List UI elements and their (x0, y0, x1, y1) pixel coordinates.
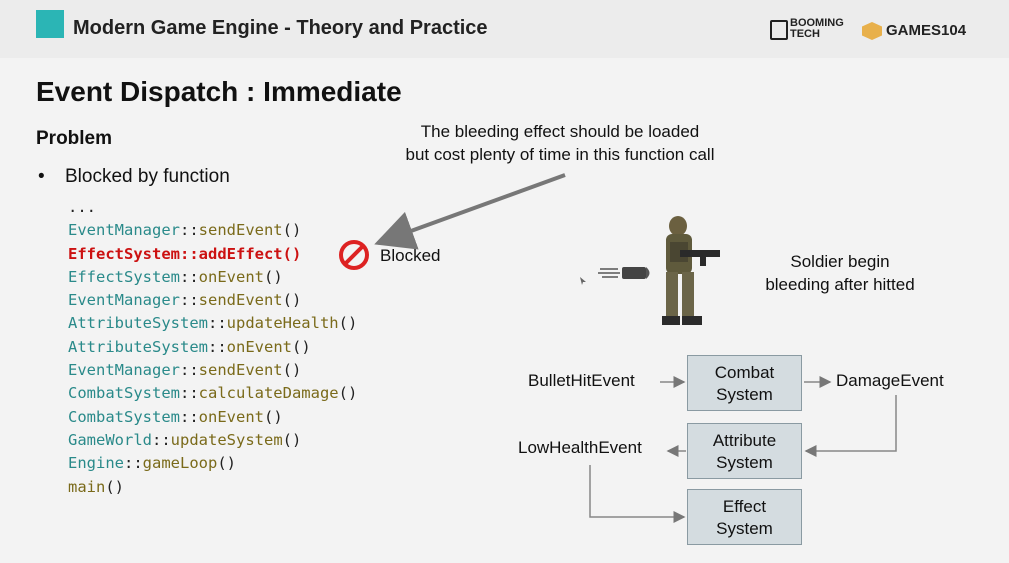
code-args: () (338, 384, 358, 403)
code-sep: :: (179, 244, 199, 263)
combat-system-line-1: Combat (714, 363, 775, 382)
code-line: EventManager::sendEvent() (68, 289, 357, 312)
code-fn: sendEvent (198, 361, 283, 380)
code-line: main() (68, 476, 357, 499)
callout-arrow (374, 173, 566, 250)
code-cls: EventManager (68, 291, 180, 310)
effect-system-line-1: Effect (722, 497, 767, 516)
slide-title: Event Dispatch : Immediate (36, 76, 402, 107)
soldier-caption: Soldier begin bleeding after hitted (740, 250, 940, 296)
code-cls: GameWorld (68, 430, 152, 449)
code-fn: addEffect (198, 244, 283, 263)
code-line: EventManager::sendEvent() (68, 219, 357, 242)
soldier-caption-line-1: Soldier begin (790, 252, 890, 271)
code-sep: :: (179, 267, 199, 286)
code-args: () (291, 337, 311, 356)
code-args: () (217, 454, 236, 473)
code-sep: :: (179, 221, 199, 240)
games104-logo: GAMES104 (886, 22, 967, 39)
code-sep: :: (207, 337, 227, 356)
attribute-system-box: Attribute System (687, 423, 802, 479)
code-fn: onEvent (226, 337, 292, 356)
callout-line-1: The bleeding effect should be loaded (420, 122, 700, 141)
code-sep: :: (152, 430, 171, 449)
callout-line-2: but cost plenty of time in this function… (405, 145, 715, 164)
booming-tech-icon (770, 20, 788, 40)
code-fn: main (68, 477, 106, 496)
code-args: () (282, 291, 302, 310)
code-fn: sendEvent (198, 221, 283, 240)
code-line: Engine::gameLoop() (68, 452, 357, 475)
booming-tech-text: BOOMING TECH (790, 17, 844, 40)
code-cls: EffectSystem (68, 267, 180, 286)
code-args: () (263, 267, 283, 286)
attribute-system-line-2: System (716, 453, 773, 472)
callout-note: The bleeding effect should be loaded but… (380, 120, 740, 166)
code-args: () (282, 430, 302, 449)
low-health-event-label: LowHealthEvent (518, 438, 642, 457)
code-cls: CombatSystem (68, 384, 180, 403)
code-lines: EventManager::sendEvent() EffectSystem::a… (68, 219, 357, 499)
code-line: CombatSystem::calculateDamage() (68, 382, 357, 405)
code-args: () (282, 221, 302, 240)
bullet-icon (598, 267, 650, 279)
code-sep: :: (207, 314, 227, 333)
code-cls: EffectSystem (68, 244, 180, 263)
code-fn: onEvent (198, 267, 264, 286)
effect-system-box: Effect System (687, 489, 802, 545)
code-fn: calculateDamage (198, 384, 339, 403)
code-sep: :: (179, 384, 199, 403)
code-cls: CombatSystem (68, 407, 180, 426)
effect-system-line-2: System (716, 519, 773, 538)
code-fn: gameLoop (142, 454, 218, 473)
code-cls: EventManager (68, 361, 180, 380)
call-stack-code: ... EventManager::sendEvent() EffectSyste… (68, 196, 357, 499)
combat-system-box: Combat System (687, 355, 802, 411)
code-args: () (282, 361, 302, 380)
course-title: Modern Game Engine - Theory and Practice (73, 17, 488, 39)
code-cls: Engine (68, 454, 124, 473)
code-args: () (282, 244, 302, 263)
code-line: AttributeSystem::onEvent() (68, 336, 357, 359)
course-logo-icon (36, 10, 64, 38)
code-line: CombatSystem::onEvent() (68, 406, 357, 429)
code-sep: :: (124, 454, 143, 473)
code-sep: :: (179, 361, 199, 380)
code-line-blocked: EffectSystem::addEffect() (68, 243, 357, 266)
code-fn: onEvent (198, 407, 264, 426)
section-heading: Problem (36, 128, 113, 149)
code-cls: AttributeSystem (68, 337, 208, 356)
code-line: EventManager::sendEvent() (68, 359, 357, 382)
code-sep: :: (179, 407, 199, 426)
code-sep: :: (179, 291, 199, 310)
games104-icon (862, 22, 882, 40)
combat-system-line-2: System (716, 385, 773, 404)
attribute-system-line-1: Attribute (712, 431, 777, 450)
code-args: () (263, 407, 283, 426)
blocked-label: Blocked (380, 246, 441, 265)
code-fn: sendEvent (198, 291, 283, 310)
bullet-text: Blocked by function (65, 166, 230, 187)
code-fn: updateSystem (170, 430, 283, 449)
damage-to-attribute-arrow (804, 395, 897, 457)
code-line: EffectSystem::onEvent() (68, 266, 357, 289)
code-ellipsis: ... (68, 198, 96, 216)
code-args: () (105, 477, 124, 496)
code-cls: EventManager (68, 221, 180, 240)
bullet-hit-event-label: BulletHitEvent (528, 371, 635, 390)
code-args: () (338, 314, 358, 333)
code-cls: AttributeSystem (68, 314, 208, 333)
soldier-illustration (662, 216, 720, 325)
code-line: GameWorld::updateSystem() (68, 429, 357, 452)
code-line: AttributeSystem::updateHealth() (68, 312, 357, 335)
damage-event-label: DamageEvent (836, 371, 944, 390)
code-fn: updateHealth (226, 314, 339, 333)
cursor-icon (580, 277, 586, 285)
blocked-icon (339, 240, 369, 270)
bullet-marker: • (38, 166, 45, 187)
lowhealth-to-effect-arrow (589, 465, 686, 523)
soldier-caption-line-2: bleeding after hitted (765, 275, 915, 294)
slide-header: Modern Game Engine - Theory and Practice… (0, 0, 1009, 58)
